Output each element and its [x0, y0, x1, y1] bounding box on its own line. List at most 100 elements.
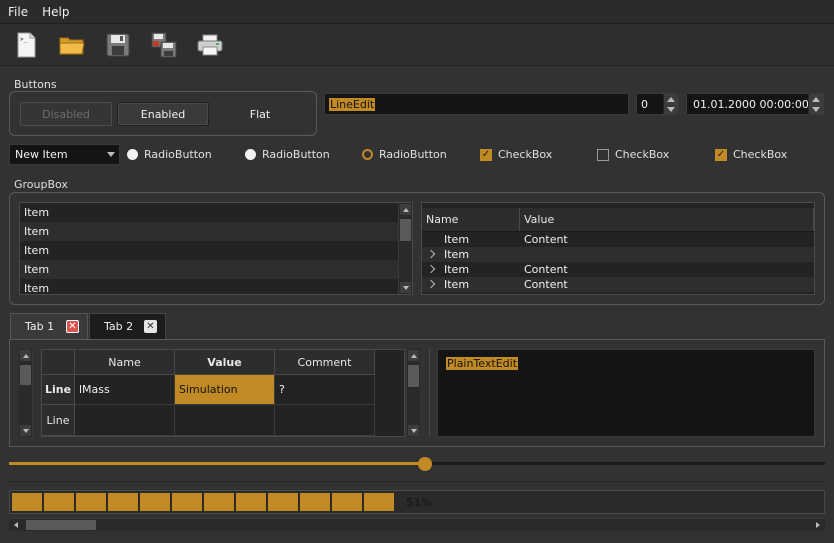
table-left-scrollbar[interactable] [19, 349, 33, 437]
progress-chunk [236, 493, 266, 511]
radio-button-3[interactable]: RadioButton [362, 148, 447, 161]
radio-button-2[interactable]: RadioButton [245, 148, 330, 161]
progress-chunk [268, 493, 298, 511]
list-item[interactable]: Item [20, 241, 412, 260]
close-icon[interactable]: ✕ [144, 320, 157, 333]
tab-label: Tab 1 [25, 320, 55, 333]
scroll-left-icon[interactable] [14, 522, 18, 528]
buttons-group-title: Buttons [14, 78, 57, 91]
list-item[interactable]: Item [20, 222, 412, 241]
progress-bar: 51% [9, 490, 825, 514]
table-cell[interactable] [75, 405, 175, 436]
progress-chunk [204, 493, 234, 511]
print-icon [197, 34, 223, 56]
menu-bar: File Help [0, 0, 834, 24]
save-all-button[interactable] [149, 30, 179, 60]
radio-button-1[interactable]: RadioButton [127, 148, 212, 161]
table-right-scroll-handle[interactable] [408, 365, 419, 387]
toolbar: >_ [0, 24, 834, 66]
list-scroll-handle[interactable] [400, 219, 411, 241]
tree-row[interactable]: Item [422, 247, 814, 262]
progress-chunk [172, 493, 202, 511]
table[interactable]: Name Value Comment Line lMass Simulation… [41, 349, 405, 437]
scroll-up-icon[interactable] [410, 353, 417, 358]
tree-widget[interactable]: Name Value Item Content Item Item Conten… [421, 202, 815, 295]
horizontal-scrollbar[interactable] [9, 518, 825, 531]
combo-box[interactable]: New Item [9, 144, 120, 165]
scroll-up-icon[interactable] [402, 207, 409, 212]
scroll-down-icon[interactable] [22, 428, 29, 433]
tree-row[interactable]: Item Content [422, 232, 814, 247]
combo-arrow-icon[interactable] [107, 152, 115, 157]
progress-chunk [140, 493, 170, 511]
checkbox-1[interactable]: ✓ CheckBox [480, 148, 552, 161]
table-corner[interactable] [42, 350, 75, 375]
menu-file[interactable]: File [8, 5, 28, 19]
scroll-right-icon[interactable] [816, 522, 820, 528]
scroll-down-icon[interactable] [410, 428, 417, 433]
table-right-scrollbar[interactable] [406, 349, 420, 437]
list-scrollbar[interactable] [398, 203, 412, 294]
tree-header-name[interactable]: Name [422, 208, 520, 231]
table-header-name[interactable]: Name [75, 350, 175, 375]
tree-item-value: Content [524, 263, 568, 276]
slider-handle[interactable] [418, 457, 432, 471]
slider[interactable] [9, 456, 825, 472]
enabled-button[interactable]: Enabled [117, 102, 209, 126]
tab-1[interactable]: Tab 1 ✕ [10, 313, 88, 339]
tab-2[interactable]: Tab 2 ✕ [89, 313, 166, 339]
table-row-header[interactable]: Line [42, 375, 75, 405]
tree-row[interactable]: Item Content [422, 262, 814, 277]
spin-up-icon[interactable] [667, 96, 675, 102]
spin-down-icon[interactable] [667, 106, 675, 112]
slider-filled-track [9, 462, 425, 465]
list-widget[interactable]: Item Item Item Item Item [19, 202, 413, 295]
slider-empty-track [425, 462, 825, 465]
tree-row[interactable]: Item Content [422, 277, 814, 292]
list-item[interactable]: Item [20, 203, 412, 222]
flat-button[interactable]: Flat [214, 102, 306, 126]
close-icon[interactable]: ✕ [66, 320, 79, 333]
chevron-right-icon[interactable] [426, 279, 436, 289]
line-edit[interactable]: LineEdit [324, 93, 629, 115]
table-cell[interactable]: ? [275, 375, 375, 405]
table-widget[interactable]: Name Value Comment Line lMass Simulation… [19, 349, 422, 437]
scroll-up-icon[interactable] [22, 353, 29, 358]
scroll-down-icon[interactable] [402, 285, 409, 290]
table-cell[interactable]: lMass [75, 375, 175, 405]
chevron-right-icon[interactable] [426, 264, 436, 274]
table-cell[interactable] [175, 405, 275, 436]
plain-text-edit[interactable]: PlainTextEdit [437, 349, 815, 437]
horizontal-scroll-handle[interactable] [26, 520, 96, 530]
tree-item-name: Item [444, 248, 470, 261]
table-header-value[interactable]: Value [175, 350, 275, 375]
tree-item-value: Content [524, 278, 568, 291]
radio-indicator [127, 149, 138, 160]
datetime-up-icon[interactable] [812, 96, 820, 102]
tree-header-value[interactable]: Value [520, 208, 814, 231]
spinbox[interactable]: 0 [636, 93, 679, 115]
check-icon: ✓ [715, 148, 727, 161]
buttons-group: Disabled Enabled Flat [9, 91, 317, 136]
spinbox-arrows[interactable] [663, 94, 678, 114]
table-header-comment[interactable]: Comment [275, 350, 375, 375]
radio-label: RadioButton [379, 148, 447, 161]
table-cell-selected[interactable]: Simulation [175, 375, 275, 405]
datetime-edit[interactable]: 01.01.2000 00:00:00 [686, 93, 824, 115]
table-cell[interactable] [275, 405, 375, 436]
menu-help[interactable]: Help [42, 5, 69, 19]
print-button[interactable] [195, 30, 225, 60]
list-item[interactable]: Item [20, 279, 412, 294]
table-left-scroll-handle[interactable] [20, 365, 31, 385]
checkbox-2[interactable]: CheckBox [597, 148, 669, 161]
list-item[interactable]: Item [20, 260, 412, 279]
save-button[interactable] [103, 30, 133, 60]
datetime-down-icon[interactable] [812, 106, 820, 112]
chevron-right-icon[interactable] [426, 249, 436, 259]
checkbox-3[interactable]: ✓ CheckBox [715, 148, 787, 161]
new-document-button[interactable]: >_ [11, 30, 41, 60]
open-button[interactable] [57, 30, 87, 60]
datetime-arrows[interactable] [808, 94, 823, 114]
table-row-header[interactable]: Line [42, 405, 75, 436]
splitter[interactable] [429, 349, 430, 437]
